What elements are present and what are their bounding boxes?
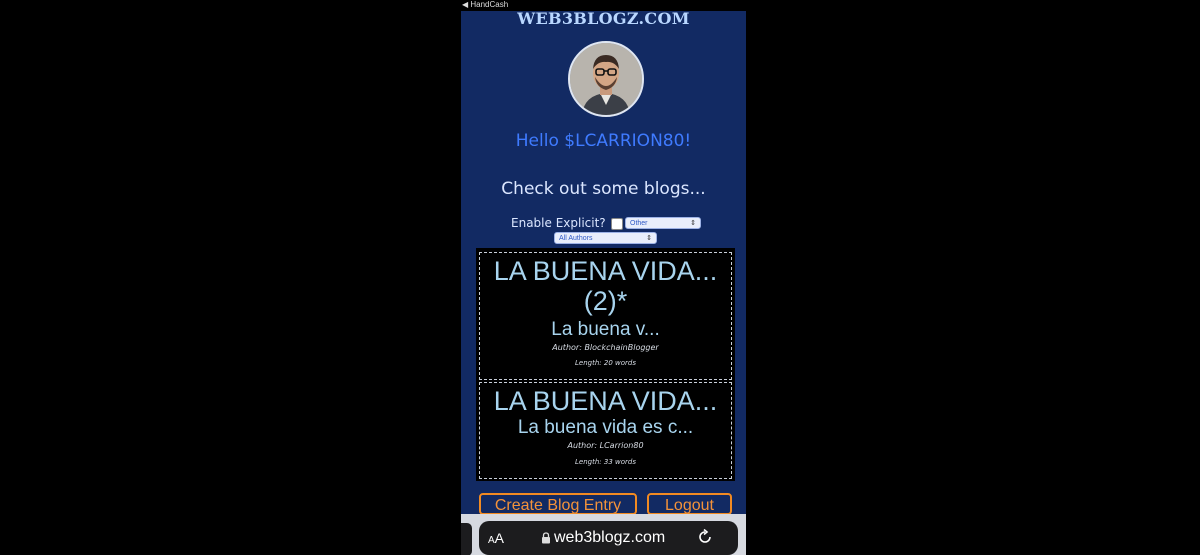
avatar (568, 41, 644, 117)
blog-title: LA BUENA VIDA... (493, 386, 718, 416)
author-selected-value: All Authors (559, 235, 593, 242)
category-selected-value: Other (630, 220, 648, 227)
lock-icon (542, 532, 550, 544)
blog-author: Author: LCarrion80 (567, 441, 644, 450)
greeting-text: Hello $LCARRION80! (515, 131, 692, 151)
logout-button[interactable]: Logout (647, 493, 732, 515)
reload-icon[interactable] (696, 528, 714, 546)
mobile-viewport: WEB3BLOGZ.COM Hello $LCARRION80! Check o… (461, 11, 746, 555)
blog-author: Author: BlockchainBlogger (552, 343, 659, 352)
reader-text-size-button[interactable]: AA (488, 530, 504, 546)
chevron-updown-icon: ⇕ (646, 235, 652, 242)
browser-toolbar: AA web3blogz.com (461, 514, 746, 555)
address-bar[interactable]: AA web3blogz.com (479, 521, 738, 555)
blog-length: Length: 20 words (575, 359, 636, 367)
blog-snippet: La buena v... (551, 319, 660, 340)
previous-tab-edge[interactable] (461, 523, 472, 555)
explicit-label: Enable Explicit? (511, 216, 606, 230)
blog-length: Length: 33 words (575, 458, 636, 466)
category-select[interactable]: Other ⇕ (625, 217, 701, 229)
blog-list: LA BUENA VIDA... (2)* La buena v... Auth… (476, 248, 735, 481)
url-text: web3blogz.com (554, 529, 666, 546)
back-to-handcash-link[interactable]: ◀ HandCash (462, 0, 508, 10)
blogs-prompt: Check out some blogs... (501, 179, 706, 199)
blog-card[interactable]: LA BUENA VIDA... (2)* La buena v... Auth… (479, 252, 732, 380)
blog-snippet: La buena vida es c... (517, 417, 694, 438)
avatar-portrait-icon (570, 43, 642, 115)
blog-title-line2: (2)* (583, 286, 628, 316)
chevron-updown-icon: ⇕ (690, 220, 696, 227)
blog-title: LA BUENA VIDA... (493, 256, 718, 286)
author-select[interactable]: All Authors ⇕ (554, 232, 657, 244)
blog-card[interactable]: LA BUENA VIDA... La buena vida es c... A… (479, 382, 732, 479)
create-blog-entry-button[interactable]: Create Blog Entry (479, 493, 637, 515)
site-title: WEB3BLOGZ.COM (517, 11, 690, 28)
explicit-checkbox[interactable] (611, 218, 623, 230)
